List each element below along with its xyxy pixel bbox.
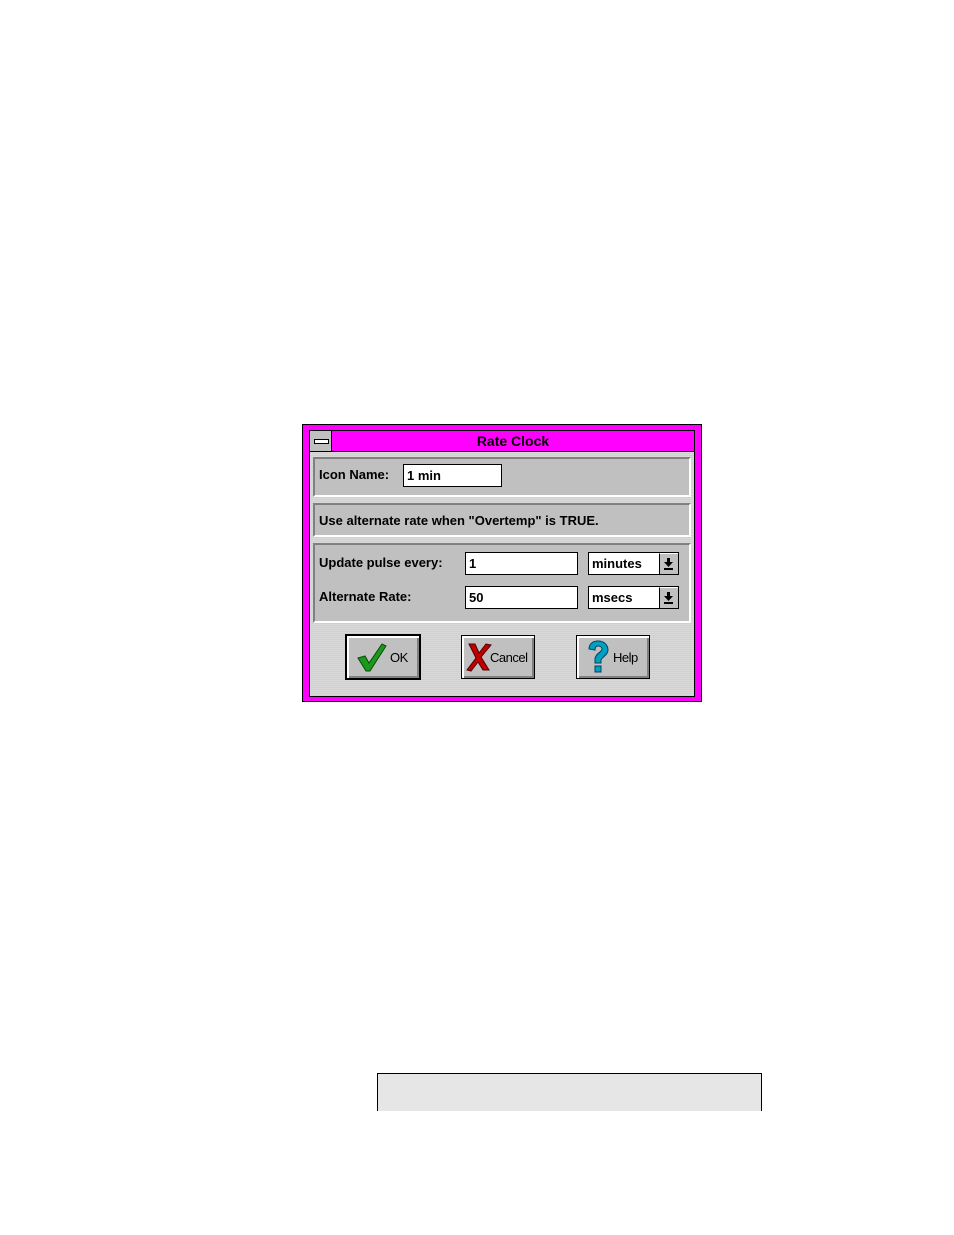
x-icon — [466, 643, 492, 672]
alternate-unit-select[interactable]: msecs — [588, 586, 679, 609]
message-group: Use alternate rate when "Overtemp" is TR… — [313, 503, 691, 537]
help-button[interactable]: Help — [576, 635, 650, 679]
system-menu-icon — [314, 439, 329, 444]
update-unit-value: minutes — [592, 556, 642, 571]
ok-button[interactable]: OK — [345, 634, 421, 680]
icon-name-input[interactable]: 1 min — [403, 464, 502, 487]
update-unit-dropdown-button[interactable] — [659, 553, 678, 574]
icon-name-label: Icon Name: — [319, 467, 390, 482]
alternate-rate-message: Use alternate rate when "Overtemp" is TR… — [319, 513, 599, 528]
alternate-unit-dropdown-button[interactable] — [659, 587, 678, 608]
title-bar[interactable]: Rate Clock — [310, 431, 694, 452]
dropdown-arrow-icon — [664, 558, 673, 570]
checkmark-icon — [357, 643, 387, 672]
dropdown-arrow-icon — [664, 592, 673, 604]
dialog-title: Rate Clock — [476, 433, 550, 449]
dialog-client-area: Rate Clock Icon Name: 1 min Use alternat… — [309, 430, 695, 697]
alternate-rate-input[interactable]: 50 — [465, 586, 578, 609]
rate-group: Update pulse every: 1 minutes Alternate … — [313, 543, 691, 623]
alternate-unit-value: msecs — [592, 590, 633, 605]
rate-clock-dialog: Rate Clock Icon Name: 1 min Use alternat… — [302, 424, 702, 702]
help-button-label: Help — [613, 650, 638, 665]
system-menu-button[interactable] — [310, 431, 332, 451]
question-mark-icon — [588, 640, 609, 673]
alternate-rate-label: Alternate Rate: — [319, 589, 412, 604]
icon-name-group: Icon Name: 1 min — [313, 457, 691, 497]
update-pulse-label: Update pulse every: — [319, 555, 443, 570]
cancel-button-label: Cancel — [490, 650, 528, 665]
ok-button-label: OK — [390, 650, 408, 665]
page-footer-box — [377, 1073, 762, 1111]
update-pulse-input[interactable]: 1 — [465, 552, 578, 575]
cancel-button[interactable]: Cancel — [461, 635, 535, 679]
update-unit-select[interactable]: minutes — [588, 552, 679, 575]
